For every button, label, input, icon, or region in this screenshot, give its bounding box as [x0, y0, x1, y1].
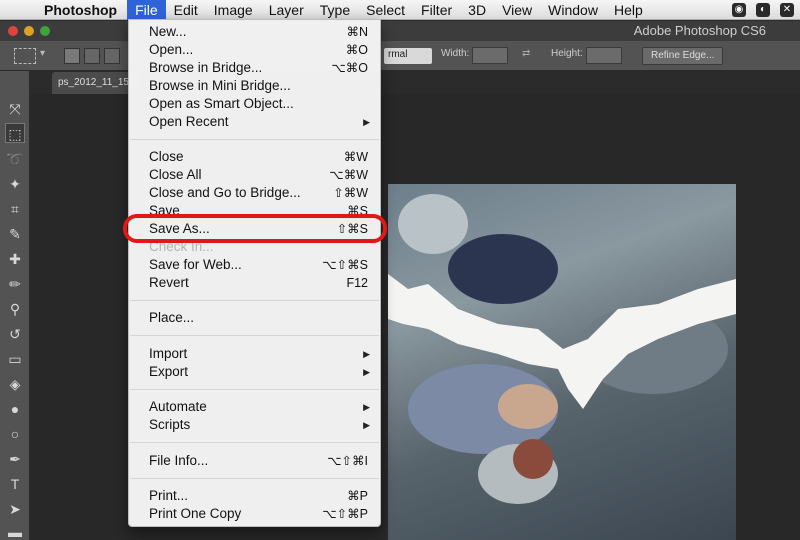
menu-item-automate[interactable]: Automate ▶	[129, 398, 380, 416]
status-icon-b[interactable]: ◐	[756, 3, 770, 17]
menu-bar: Photoshop File Edit Image Layer Type Sel…	[0, 0, 800, 20]
document-photo[interactable]	[388, 184, 736, 540]
menu-view[interactable]: View	[494, 0, 540, 20]
eyedropper-tool-icon[interactable]: ✎	[5, 224, 25, 244]
width-label: Width:	[441, 48, 470, 59]
lasso-tool-icon[interactable]: ➰	[5, 149, 25, 169]
status-icons: ◉ ◐ ✕	[732, 0, 794, 20]
menu-item-import[interactable]: Import ▶	[129, 345, 380, 363]
menu-item-revert[interactable]: Revert F12	[129, 274, 380, 292]
submenu-arrow-icon: ▶	[363, 402, 370, 412]
zoom-window-icon[interactable]	[40, 26, 50, 36]
path-selection-tool-icon[interactable]: ➤	[5, 499, 25, 519]
height-input[interactable]	[586, 47, 622, 64]
subtract-selection-icon[interactable]	[104, 48, 120, 64]
toolbox: ⤧ ⬚ ➰ ✦ ⌗ ✎ ✚ ✏ ⚲ ↺ ▭ ◈ ● ○ ✒ T ➤ ▬	[0, 71, 30, 540]
submenu-arrow-icon: ▶	[363, 117, 370, 127]
menu-help[interactable]: Help	[606, 0, 651, 20]
photo-tear	[388, 274, 736, 409]
menu-item-close-all[interactable]: Close All ⌥⌘W	[129, 166, 380, 184]
menu-item-file-info[interactable]: File Info... ⌥⇧⌘I	[129, 452, 380, 470]
menu-separator	[130, 335, 379, 336]
menu-window[interactable]: Window	[540, 0, 606, 20]
photo-figure-6	[513, 439, 553, 479]
shape-tool-icon[interactable]: ▬	[5, 522, 25, 540]
menu-file[interactable]: File	[127, 0, 166, 20]
marquee-tool-icon[interactable]: ⬚	[5, 123, 25, 143]
menu-item-print[interactable]: Print... ⌘P	[129, 487, 380, 505]
menu-separator	[130, 389, 379, 390]
submenu-arrow-icon: ▶	[363, 349, 370, 359]
add-selection-icon[interactable]	[84, 48, 100, 64]
eraser-tool-icon[interactable]: ▭	[5, 349, 25, 369]
menu-item-place[interactable]: Place...	[129, 309, 380, 327]
blur-tool-icon[interactable]: ●	[5, 399, 25, 419]
menu-item-print-one-copy[interactable]: Print One Copy ⌥⇧⌘P	[129, 505, 380, 523]
menu-item-scripts[interactable]: Scripts ▶	[129, 416, 380, 434]
healing-brush-tool-icon[interactable]: ✚	[5, 249, 25, 269]
menu-item-open[interactable]: Open... ⌘O	[129, 41, 380, 59]
menu-item-browse-bridge[interactable]: Browse in Bridge... ⌥⌘O	[129, 59, 380, 77]
status-icon-a[interactable]: ◉	[732, 3, 746, 17]
crop-tool-icon[interactable]: ⌗	[5, 199, 25, 219]
history-brush-tool-icon[interactable]: ↺	[5, 324, 25, 344]
submenu-arrow-icon: ▶	[363, 367, 370, 377]
menu-item-browse-mini-bridge[interactable]: Browse in Mini Bridge...	[129, 77, 380, 95]
menu-item-close-go-bridge[interactable]: Close and Go to Bridge... ⇧⌘W	[129, 184, 380, 202]
menu-item-close[interactable]: Close ⌘W	[129, 148, 380, 166]
app-title: Adobe Photoshop CS6	[633, 23, 766, 38]
title-bar: Adobe Photoshop CS6	[0, 21, 800, 41]
menu-separator	[130, 442, 379, 443]
style-select[interactable]: rmal	[384, 48, 432, 64]
status-icon-c[interactable]: ✕	[780, 3, 794, 17]
brush-tool-icon[interactable]: ✏	[5, 274, 25, 294]
swap-icon[interactable]: ⇄	[522, 48, 530, 59]
menu-type[interactable]: Type	[312, 0, 358, 20]
photo-figure-2	[398, 194, 468, 254]
menu-item-export[interactable]: Export ▶	[129, 363, 380, 381]
menu-3d[interactable]: 3D	[460, 0, 494, 20]
menu-separator	[130, 300, 379, 301]
window-controls	[8, 26, 50, 36]
paint-bucket-tool-icon[interactable]: ◈	[5, 374, 25, 394]
move-tool-icon[interactable]: ⤧	[5, 99, 25, 119]
menu-edit[interactable]: Edit	[166, 0, 206, 20]
submenu-arrow-icon: ▶	[363, 420, 370, 430]
menu-separator	[130, 478, 379, 479]
preset-dropdown-icon[interactable]: ▾	[40, 48, 45, 59]
minimize-window-icon[interactable]	[24, 26, 34, 36]
width-input[interactable]	[472, 47, 508, 64]
clone-stamp-tool-icon[interactable]: ⚲	[5, 299, 25, 319]
menu-image[interactable]: Image	[206, 0, 261, 20]
file-menu-dropdown: New... ⌘N Open... ⌘O Browse in Bridge... ⌥⌘…	[128, 19, 381, 527]
menu-item-open-smart-object[interactable]: Open as Smart Object...	[129, 95, 380, 113]
menu-separator	[130, 139, 379, 140]
refine-edge-button[interactable]: Refine Edge...	[642, 47, 724, 65]
menu-item-new[interactable]: New... ⌘N	[129, 23, 380, 41]
menu-layer[interactable]: Layer	[261, 0, 312, 20]
document-tab[interactable]: ps_2012_11_15	[52, 72, 138, 94]
dodge-tool-icon[interactable]: ○	[5, 424, 25, 444]
menu-app-photoshop[interactable]: Photoshop	[38, 2, 127, 18]
pen-tool-icon[interactable]: ✒	[5, 449, 25, 469]
menu-filter[interactable]: Filter	[413, 0, 460, 20]
menu-select[interactable]: Select	[358, 0, 413, 20]
height-label: Height:	[551, 48, 583, 59]
options-bar: ▾ rmal Width: ⇄ Height: Refine Edge...	[0, 41, 800, 71]
magic-wand-tool-icon[interactable]: ✦	[5, 174, 25, 194]
menu-item-save-for-web[interactable]: Save for Web... ⌥⇧⌘S	[129, 256, 380, 274]
marquee-preset-icon[interactable]	[14, 48, 36, 64]
close-window-icon[interactable]	[8, 26, 18, 36]
save-as-highlight-ring	[123, 214, 387, 243]
menu-item-open-recent[interactable]: Open Recent ▶	[129, 113, 380, 131]
type-tool-icon[interactable]: T	[5, 474, 25, 494]
new-selection-icon[interactable]	[64, 48, 80, 64]
